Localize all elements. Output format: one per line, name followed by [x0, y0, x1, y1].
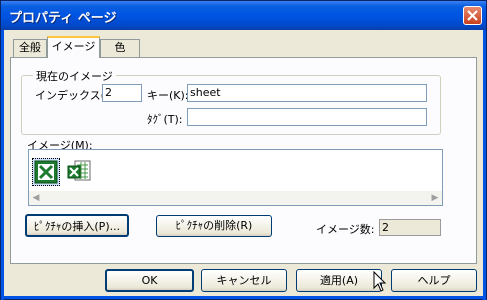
tab-general[interactable]: 全般 — [13, 39, 47, 57]
close-button[interactable] — [463, 6, 482, 25]
index-field[interactable]: 2 — [102, 84, 142, 102]
key-label: キー(K): — [147, 89, 189, 102]
apply-button[interactable]: 適用(A) — [296, 269, 382, 292]
scroll-left-icon[interactable]: ◀ — [30, 193, 42, 203]
tag-label: ﾀｸﾞ(T): — [147, 113, 183, 126]
window-title: プロパティ ページ — [9, 11, 117, 26]
excel-workbook-icon — [34, 160, 58, 184]
mouse-cursor-icon — [373, 271, 387, 292]
cancel-button[interactable]: キャンセル — [201, 269, 287, 292]
property-page-dialog: プロパティ ページ 全般 イメージ 色 現在のイメージ インデックス(I): 2… — [0, 0, 487, 300]
image-count-field: 2 — [379, 219, 441, 236]
tab-color[interactable]: 色 — [100, 39, 140, 57]
image-list-scrollbar[interactable]: ◀ ▶ — [29, 191, 442, 205]
image-count-label: イメージ数: — [316, 223, 375, 236]
current-image-group-title: 現在のイメージ — [33, 68, 116, 84]
title-bar[interactable]: プロパティ ページ — [1, 1, 486, 30]
insert-picture-button[interactable]: ﾋﾟｸﾁｬの挿入(P)... — [25, 214, 129, 237]
ok-button[interactable]: OK — [105, 269, 194, 292]
tag-field[interactable] — [187, 108, 427, 126]
image-list[interactable]: ◀ ▶ — [28, 149, 443, 206]
delete-picture-button[interactable]: ﾋﾟｸﾁｬの削除(R) — [156, 215, 272, 237]
tab-image[interactable]: イメージ — [47, 36, 100, 58]
key-field[interactable]: sheet — [187, 84, 427, 102]
help-button[interactable]: ヘルプ — [391, 269, 477, 292]
close-icon — [467, 10, 478, 21]
image-list-item[interactable] — [32, 158, 60, 186]
scroll-right-icon[interactable]: ▶ — [429, 193, 441, 203]
excel-sheet-icon — [67, 160, 91, 181]
image-list-item[interactable] — [66, 158, 94, 186]
